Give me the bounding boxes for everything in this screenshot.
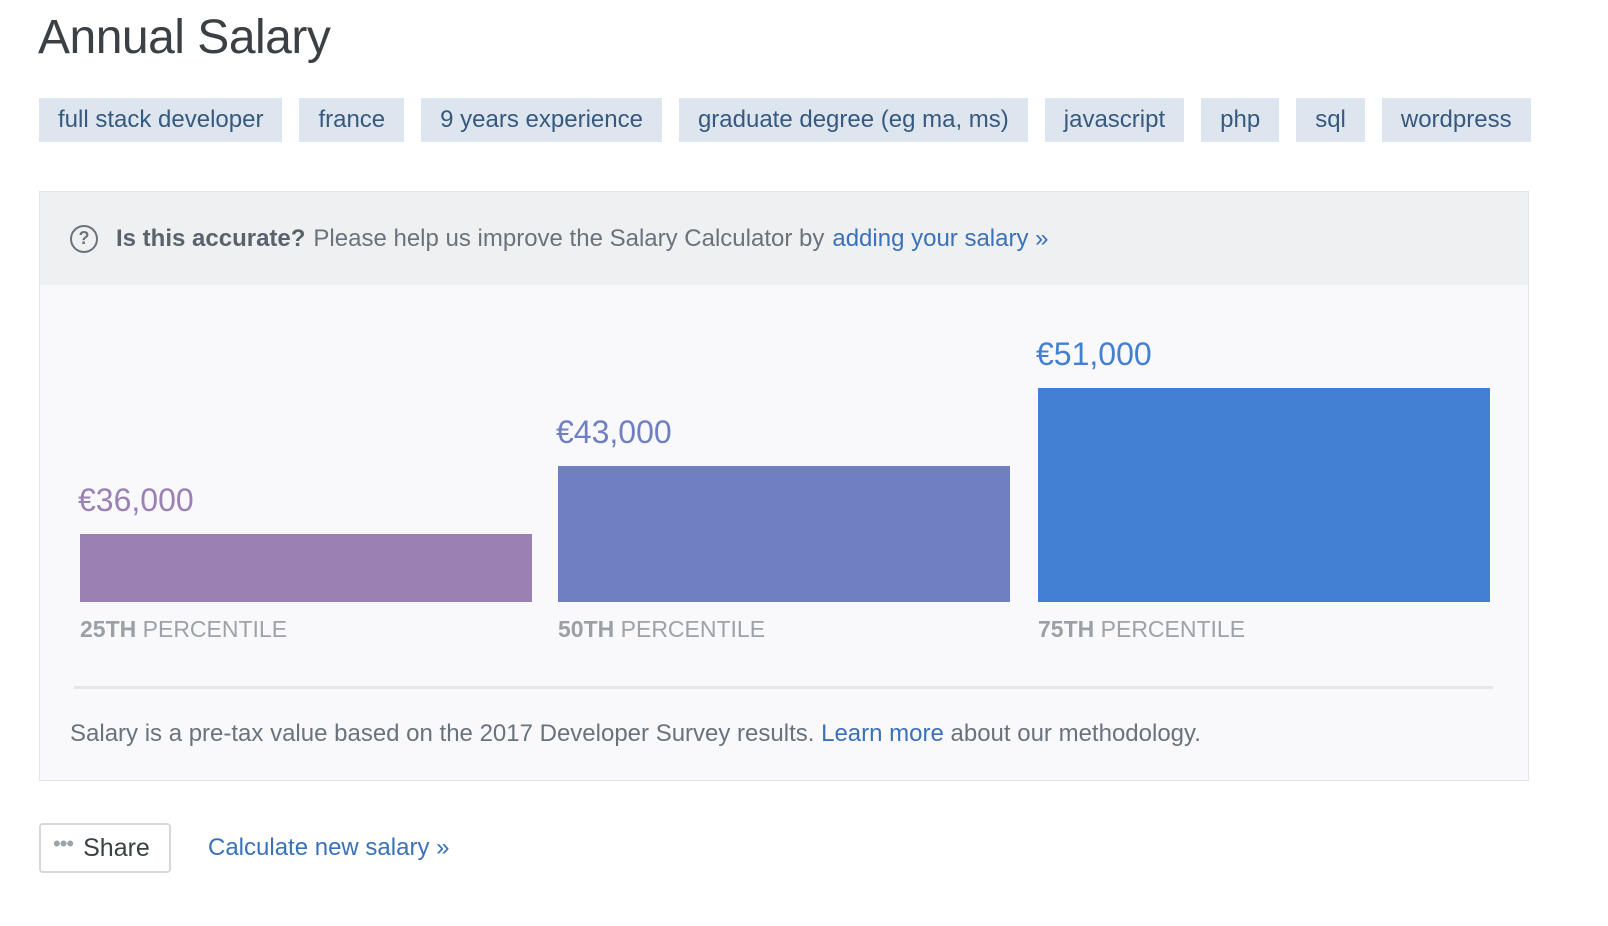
bar-category-label: 25TH PERCENTILE	[80, 616, 288, 642]
question-circle-icon: ?	[70, 224, 98, 253]
add-salary-link[interactable]: adding your salary »	[832, 225, 1048, 253]
methodology-note: Salary is a pre-tax value based on the 2…	[70, 720, 1201, 748]
salary-panel: ? Is this accurate? Please help us impro…	[39, 191, 1529, 781]
bar-category-label: 75TH PERCENTILE	[1038, 616, 1246, 642]
tag-experience[interactable]: 9 years experience	[421, 98, 662, 142]
bar	[558, 466, 1010, 602]
page-title: Annual Salary	[38, 11, 331, 64]
percentile-number: 25TH	[80, 616, 137, 642]
bar-value-label: €43,000	[556, 414, 672, 450]
divider	[74, 686, 1493, 689]
share-button[interactable]: ••• Share	[39, 823, 171, 873]
bar-group: €51,000 75TH PERCENTILE	[1036, 285, 1490, 645]
bar-value-label: €51,000	[1036, 336, 1152, 373]
learn-more-link[interactable]: Learn more	[821, 720, 944, 747]
percentile-number: 50TH	[558, 616, 615, 642]
methodology-text: Salary is a pre-tax value based on the 2…	[70, 720, 815, 747]
bar-group: €43,000 50TH PERCENTILE	[556, 285, 1010, 645]
tag-sql[interactable]: sql	[1296, 98, 1365, 142]
share-label: Share	[83, 833, 150, 862]
tag-php[interactable]: php	[1201, 98, 1280, 142]
notice-question: Is this accurate?	[116, 224, 306, 252]
methodology-text-after: about our methodology.	[950, 720, 1201, 747]
calculate-new-salary-link[interactable]: Calculate new salary »	[208, 834, 449, 862]
tag-wordpress[interactable]: wordpress	[1381, 98, 1531, 142]
salary-chart: €36,000 25TH PERCENTILE €43,000 50TH PERCEN…	[40, 285, 1528, 645]
tag-education[interactable]: graduate degree (eg ma, ms)	[678, 98, 1028, 142]
accuracy-notice: ? Is this accurate? Please help us impro…	[40, 192, 1528, 285]
bar-group: €36,000 25TH PERCENTILE	[78, 285, 532, 645]
bar	[1038, 388, 1490, 602]
bar	[80, 534, 532, 602]
bar-category-label: 50TH PERCENTILE	[558, 616, 766, 642]
ellipsis-icon: •••	[53, 831, 74, 856]
tag-javascript[interactable]: javascript	[1044, 98, 1185, 142]
filter-tags: full stack developer france 9 years expe…	[39, 98, 1531, 142]
bar-value-label: €36,000	[78, 482, 194, 518]
notice-text: Please help us improve the Salary Calcul…	[313, 224, 825, 252]
tag-country[interactable]: france	[299, 98, 405, 142]
tag-role[interactable]: full stack developer	[39, 98, 283, 142]
percentile-number: 75TH	[1038, 616, 1095, 642]
